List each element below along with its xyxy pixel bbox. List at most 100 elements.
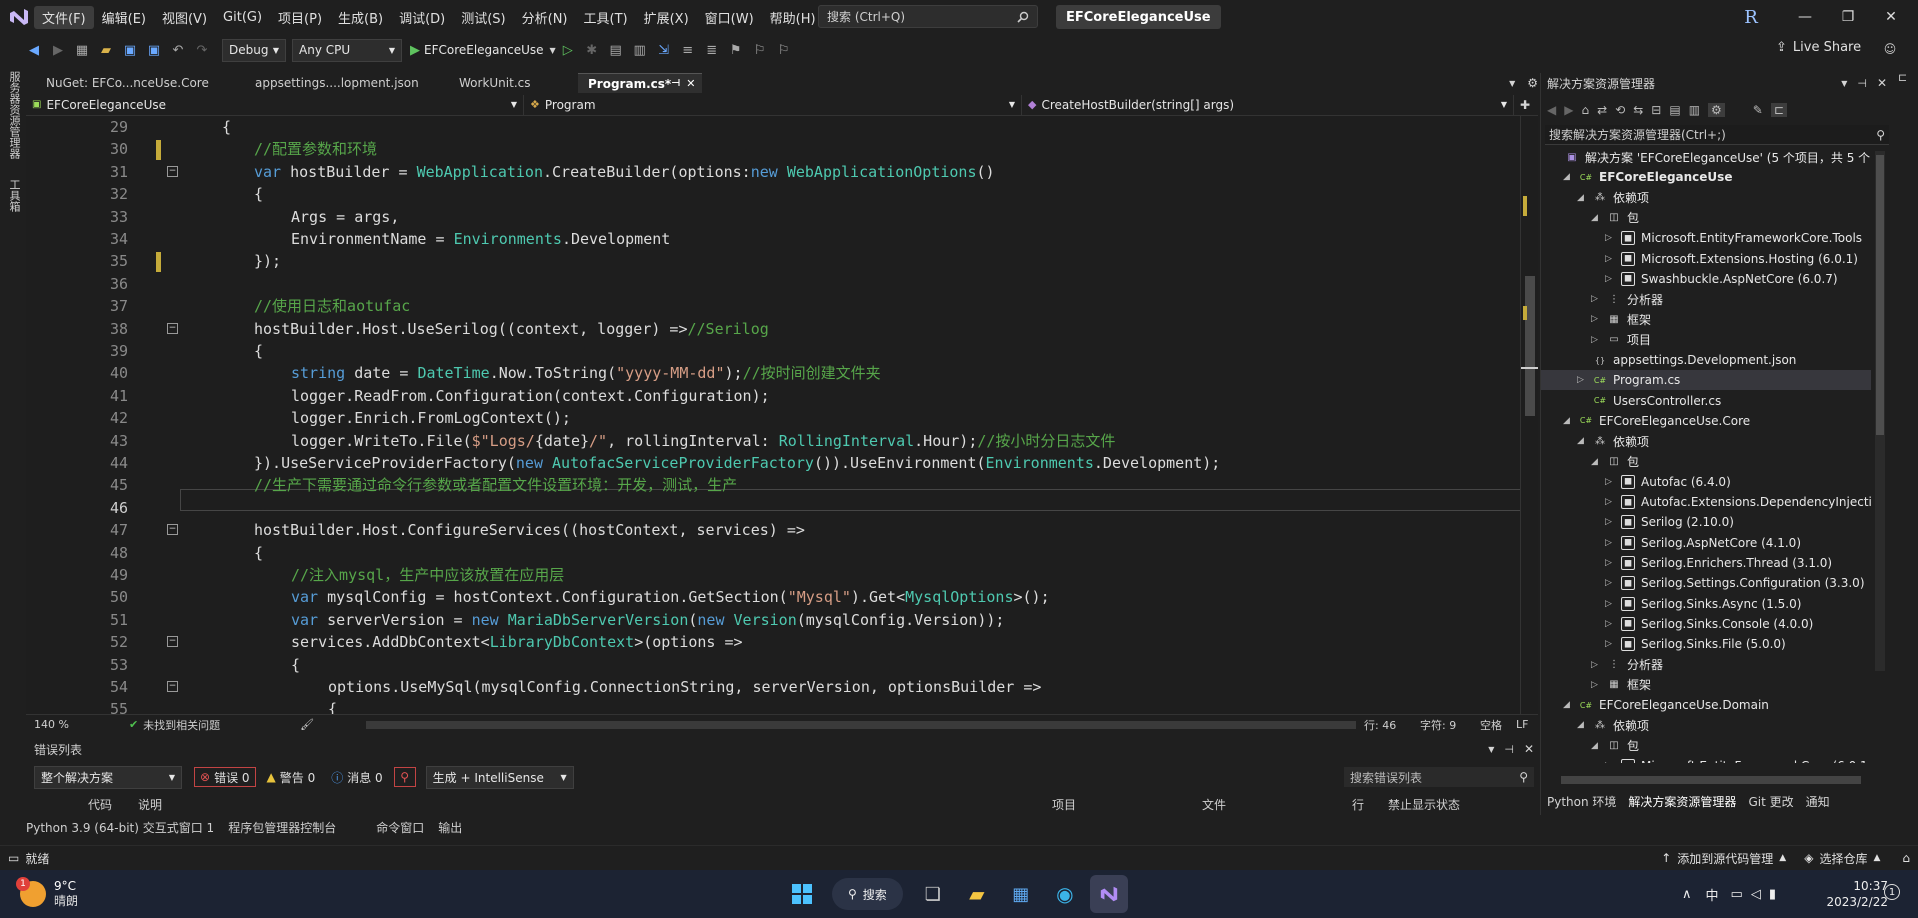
menu-help[interactable]: 帮助(H) [762,6,824,29]
tree-item[interactable]: C# UsersController.cs [1577,391,1721,411]
expand-closed-icon[interactable]: ▷ [1605,274,1615,284]
warnings-filter-button[interactable]: ▲ 警告 0 [262,767,321,787]
tree-item[interactable]: {} appsettings.Development.json [1577,350,1796,370]
menu-git[interactable]: Git(G) [215,8,270,27]
project-dropdown[interactable]: ▣ EFCoreEleganceUse ▼ [26,94,524,115]
tree-horizontal-scrollbar[interactable] [1561,776,1861,784]
new-item-icon[interactable]: ▦ [73,41,91,59]
expand-closed-icon[interactable]: ▷ [1605,254,1615,264]
tree-item[interactable]: ▷ ◼ Microsoft.Extensions.Hosting (6.0.1) [1605,249,1858,269]
build-filter-select[interactable]: 生成 + IntelliSense ▼ [425,765,574,789]
issues-status[interactable]: 未找到相关问题 [143,717,220,733]
restore-icon[interactable]: ❐ [1833,6,1863,28]
tree-vertical-scrollbar[interactable] [1875,151,1885,671]
column-suppression[interactable]: 禁止显示状态 [1388,796,1460,813]
tree-item[interactable]: ▷ ▭ 项目 [1591,330,1651,350]
fold-toggle-icon[interactable]: − [167,524,178,535]
feedback-icon[interactable]: ☺ [1880,40,1900,58]
tree-item[interactable]: ▷ ◼ Serilog.Sinks.Async (1.5.0) [1605,594,1801,614]
menu-build[interactable]: 生成(B) [330,6,391,29]
expand-closed-icon[interactable]: ▷ [1591,680,1601,690]
tree-item[interactable]: ◢ ◫ 包 [1591,208,1639,228]
expand-open-icon[interactable]: ◢ [1577,436,1587,446]
expand-closed-icon[interactable]: ▷ [1605,538,1615,548]
tab-python-interactive[interactable]: Python 3.9 (64-bit) 交互式窗口 1 [26,819,214,836]
menu-view[interactable]: 视图(V) [154,6,215,29]
filter-icon[interactable]: ⚙ [1708,103,1725,117]
tree-item[interactable]: ▷ ◼ Serilog (2.10.0) [1605,512,1734,532]
tree-item[interactable]: ▷ ◼ Serilog.Settings.Configuration (3.3.0) [1605,573,1865,593]
properties-icon[interactable]: ✎ [1753,103,1763,117]
sync-icon[interactable]: ⇆ [1633,103,1643,117]
tree-item[interactable]: ▣ 解决方案 'EFCoreEleganceUse' (5 个项目，共 5 个) [1549,147,1871,167]
tree-item[interactable]: ▷ ◼ Autofac.Extensions.DependencyInjecti [1605,492,1871,512]
tab-git-changes[interactable]: Git 更改 [1748,793,1793,810]
member-dropdown[interactable]: ◆ CreateHostBuilder(string[] args) ▼ [1022,94,1514,115]
add-to-source-control-button[interactable]: 添加到源代码管理 [1677,850,1773,867]
code-editor[interactable]: 29 30 31 32 33 34 35 36 37 38 39 40 41 4… [26,116,1538,714]
redo-icon[interactable]: ↷ [193,41,211,59]
tab-appsettings[interactable]: appsettings....lopment.json [245,73,445,93]
network-icon[interactable]: ▭ [1731,887,1743,902]
editor-vertical-scrollbar[interactable] [1520,116,1538,714]
weather-widget[interactable]: 1 9°C 晴朗 [16,876,78,912]
filter-icon[interactable]: ⚲ [393,767,416,787]
live-share-button[interactable]: ⇪ Live Share [1776,40,1861,55]
tree-item[interactable]: ▷ ◼ Microsoft.EntityFrameworkCore.Tools [1605,228,1862,248]
errors-filter-button[interactable]: ⊗ 错误 0 [194,767,256,787]
layout-icon[interactable]: ▥ [631,41,649,59]
preview-icon[interactable]: ▥ [1689,103,1700,117]
close-icon[interactable]: ✕ [1524,742,1534,756]
toolbox-tab[interactable]: 工具箱 [6,179,22,212]
tree-item[interactable]: ◢ C# EFCoreEleganceUse [1563,167,1732,187]
microsoft-store-icon[interactable]: ▦ [1002,875,1040,913]
expand-closed-icon[interactable]: ▷ [1591,294,1601,304]
tree-item[interactable]: ◢ C# EFCoreEleganceUse.Domain [1563,695,1769,715]
solution-search-input[interactable]: 搜索解决方案资源管理器(Ctrl+;) ⚲ [1545,125,1889,145]
switch-views-icon[interactable]: ⇄ [1597,103,1607,117]
menu-project[interactable]: 项目(P) [270,6,330,29]
pin-icon[interactable]: ⊣ [1857,77,1867,90]
expand-closed-icon[interactable]: ▷ [1605,497,1615,507]
taskbar-clock[interactable]: 10:37 2023/2/22 [1818,878,1888,910]
brush-icon[interactable]: 🖌 [300,718,314,731]
bookmark-icon[interactable]: ⚑ [727,41,745,59]
messages-filter-button[interactable]: ⓘ 消息 0 [326,767,387,787]
home-icon[interactable]: ⌂ [1581,103,1589,117]
tab-solution-explorer[interactable]: 解决方案资源管理器 [1628,793,1736,810]
expand-closed-icon[interactable]: ▷ [1591,660,1601,670]
expand-open-icon[interactable]: ◢ [1577,193,1587,203]
expand-open-icon[interactable]: ◢ [1591,457,1601,467]
step-icon[interactable]: ⇲ [655,41,673,59]
expand-closed-icon[interactable]: ▷ [1605,761,1615,763]
tree-item[interactable]: ▷ ⋮ 分析器 [1591,289,1663,309]
menu-window[interactable]: 窗口(W) [697,6,762,29]
back-icon[interactable]: ◀ [25,41,43,59]
class-dropdown[interactable]: ❖ Program ▼ [524,94,1022,115]
tree-item[interactable]: ▷ ◼ Autofac (6.4.0) [1605,472,1731,492]
tree-item[interactable]: ▷ ◼ Swashbuckle.AspNetCore (6.0.7) [1605,269,1838,289]
expand-open-icon[interactable]: ◢ [1563,700,1573,710]
volume-icon[interactable]: ◁ [1751,887,1761,902]
show-all-files-icon[interactable]: ▤ [1669,103,1680,117]
minimize-icon[interactable]: — [1790,6,1820,28]
tab-nuget[interactable]: NuGet: EFCo...nceUse.Core [36,73,241,93]
tab-output[interactable]: 输出 [438,819,462,836]
hot-reload-icon[interactable]: ✱ [583,41,601,59]
column-description[interactable]: 说明 [138,796,162,813]
config-select[interactable]: Debug ▼ [222,38,286,62]
expand-closed-icon[interactable]: ▷ [1605,517,1615,527]
error-search-input[interactable]: 搜索错误列表 ⚲ [1344,767,1534,787]
column-code[interactable]: 代码 [88,796,112,813]
scope-select[interactable]: 整个解决方案 ▼ [34,765,182,789]
pin-icon[interactable]: ⊣ [671,78,680,89]
split-editor-icon[interactable]: ✚ [1520,98,1530,112]
start-without-debug-icon[interactable]: ▷ [559,41,577,59]
task-view-icon[interactable]: ❏ [914,875,952,913]
line-ending[interactable]: LF [1516,718,1528,731]
solution-name-badge[interactable]: EFCoreEleganceUse [1056,5,1221,29]
tree-item[interactable]: ▷ ◼ Serilog.Enrichers.Thread (3.1.0) [1605,553,1832,573]
column-line[interactable]: 行 [1352,796,1364,813]
open-folder-icon[interactable]: ▰ [97,41,115,59]
uncomment-icon[interactable]: ≣ [703,41,721,59]
